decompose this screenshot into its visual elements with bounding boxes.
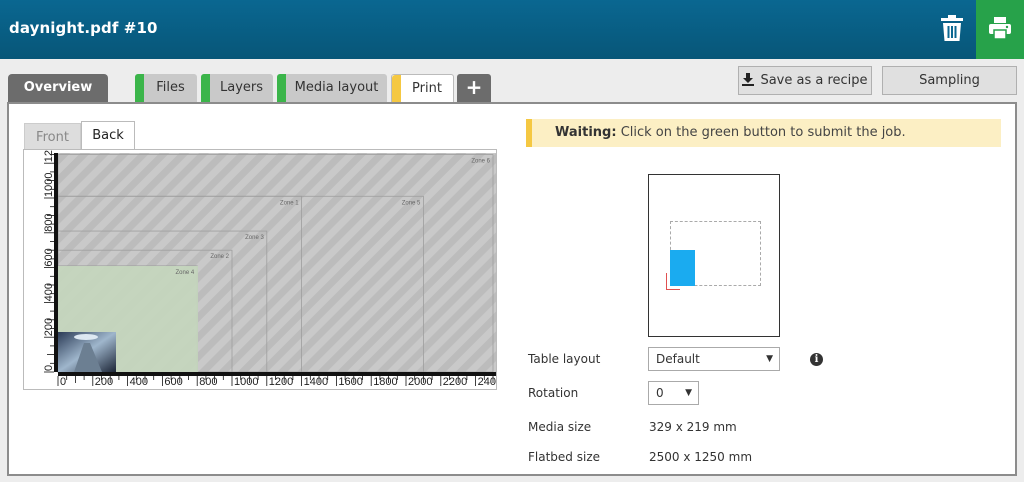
sampling-button[interactable]: Sampling <box>882 66 1017 95</box>
status-indicator <box>135 74 144 102</box>
x-tick-label: 1000 <box>234 376 258 388</box>
button-label: Save as a recipe <box>760 73 868 88</box>
y-tick-label: 0 <box>43 365 55 371</box>
zone-label: Zone 6 <box>471 159 490 165</box>
tab-overview[interactable]: Overview <box>8 74 108 102</box>
subtab-front[interactable]: Front <box>24 123 81 150</box>
status-label: Waiting: <box>555 125 617 140</box>
y-tick-label: 800 <box>43 213 55 231</box>
tab-label: Print <box>412 81 442 96</box>
x-tick-label: 0 <box>60 376 66 388</box>
info-icon[interactable]: i <box>810 353 823 366</box>
job-title: daynight.pdf #10 <box>9 19 158 37</box>
add-tab-button[interactable]: + <box>457 74 491 102</box>
media-size-value: 329 x 219 mm <box>649 420 737 434</box>
tab-print[interactable]: Print <box>391 74 454 103</box>
flatbed-table-view[interactable]: Zone 1 Zone 2 Zone 3 Zone 4 Zone 5 Zone 6 0 20… <box>23 149 497 390</box>
status-message: Click on the green button to submit the … <box>620 125 906 140</box>
y-tick-label: 600 <box>43 248 55 266</box>
download-icon <box>742 73 755 86</box>
x-tick-label: 1600 <box>338 376 362 388</box>
zone-label: Zone 1 <box>280 200 299 206</box>
x-tick-label: 600 <box>164 376 182 388</box>
y-tick-label: 1000 <box>43 173 55 197</box>
y-tick-label: 200 <box>43 318 55 336</box>
tab-label: Files <box>156 80 185 95</box>
origin-marker <box>666 273 680 290</box>
zone-label: Zone 5 <box>402 200 421 206</box>
x-tick-label: 200 <box>95 376 113 388</box>
tab-media-layout[interactable]: Media layout <box>277 74 387 102</box>
tab-files[interactable]: Files <box>135 74 197 102</box>
app-header: daynight.pdf #10 <box>0 0 1024 59</box>
print-button[interactable] <box>976 0 1024 59</box>
zone-label: Zone 4 <box>176 270 195 276</box>
x-tick-label: 800 <box>199 376 217 388</box>
tab-label: Layers <box>219 80 264 95</box>
rotation-label: Rotation <box>528 386 579 400</box>
trash-icon[interactable] <box>940 14 964 42</box>
tab-layers[interactable]: Layers <box>201 74 273 102</box>
zone-label: Zone 2 <box>210 254 229 260</box>
x-tick-label: 2200 <box>443 376 467 388</box>
media-size-label: Media size <box>528 420 592 434</box>
printer-icon <box>989 17 1011 40</box>
x-tick-label: 400 <box>130 376 148 388</box>
flatbed-size-label: Flatbed size <box>528 450 600 464</box>
y-tick-label: 400 <box>43 283 55 301</box>
table-layout-select[interactable]: Default ▼ <box>648 347 780 371</box>
status-indicator <box>201 74 210 102</box>
media-thumbnail[interactable] <box>58 332 116 372</box>
rotation-select[interactable]: 0 ▼ <box>648 381 699 405</box>
x-tick-label: 1400 <box>304 376 328 388</box>
select-value: 0 <box>656 386 664 400</box>
media-preview <box>648 174 780 337</box>
x-tick-label: 240 <box>478 376 496 388</box>
flatbed-canvas: Zone 1 Zone 2 Zone 3 Zone 4 Zone 5 Zone 6 0 20… <box>43 150 496 388</box>
table-layout-label: Table layout <box>528 352 601 366</box>
status-indicator <box>392 75 401 103</box>
tab-label: Media layout <box>294 80 379 95</box>
status-banner: Waiting: Click on the green button to su… <box>526 119 1001 147</box>
select-value: Default <box>656 352 700 366</box>
status-indicator <box>277 74 286 102</box>
save-as-recipe-button[interactable]: Save as a recipe <box>738 66 872 95</box>
flatbed-size-value: 2500 x 1250 mm <box>649 450 753 464</box>
x-tick-label: 2000 <box>408 376 432 388</box>
zone-label: Zone 3 <box>245 235 264 241</box>
x-tick-label: 1200 <box>269 376 293 388</box>
y-tick-label: 1200 <box>43 150 55 162</box>
x-tick-label: 1800 <box>373 376 397 388</box>
caret-down-icon: ▼ <box>685 388 692 398</box>
caret-down-icon: ▼ <box>766 354 773 364</box>
subtab-back[interactable]: Back <box>81 121 135 150</box>
